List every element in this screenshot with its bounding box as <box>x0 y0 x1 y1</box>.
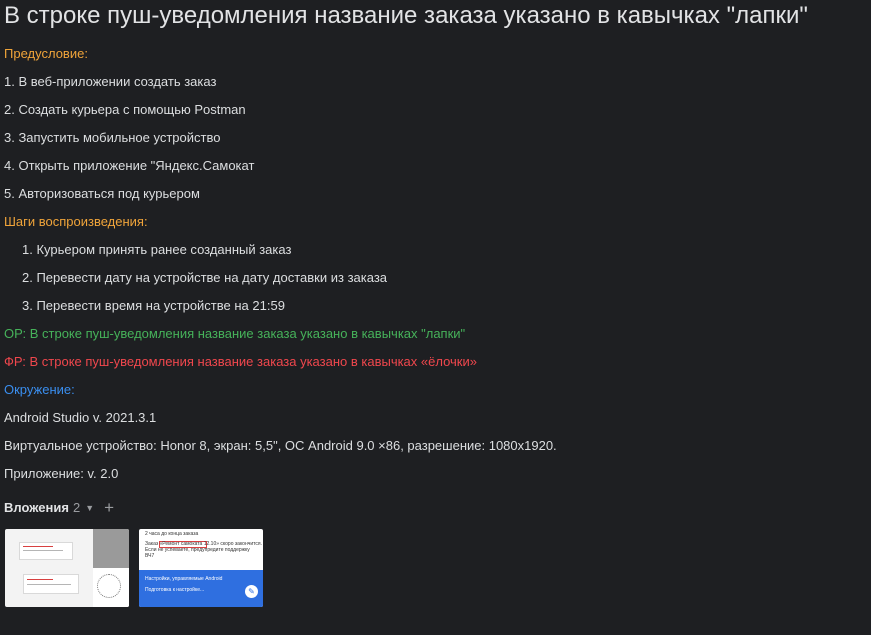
thumbnail-text: 2 часа до конца заказа <box>145 531 199 537</box>
attachments-header: Вложения 2 ▼ + <box>4 499 114 516</box>
environment-heading: Окружение: <box>4 382 75 397</box>
attachment-thumbnail-1[interactable] <box>5 529 129 607</box>
step-item: 2. Перевести дату на устройстве на дату … <box>22 270 388 285</box>
precondition-item: 4. Открыть приложение "Яндекс.Самокат <box>4 158 255 173</box>
thumbnail-circle <box>97 574 121 598</box>
attachments-title: Вложения <box>4 500 69 515</box>
thumbnail-blue-panel: Настройки, управляемые Android Подготовк… <box>139 570 263 607</box>
step-item: 3. Перевести время на устройстве на 21:5… <box>22 298 285 313</box>
environment-item: Android Studio v. 2021.3.1 <box>4 410 157 425</box>
attachment-thumbnail-2[interactable]: 2 часа до конца заказа Заказ «Ремонт сам… <box>139 529 263 607</box>
precondition-item: 5. Авторизоваться под курьером <box>4 186 200 201</box>
pencil-icon: ✎ <box>245 585 258 598</box>
thumbnail-text: Если не успеваете, предупредите поддержк… <box>145 547 250 553</box>
precondition-item: 2. Создать курьера с помощью Postman <box>4 102 246 117</box>
precondition-item: 1. В веб-приложении создать заказ <box>4 74 217 89</box>
chevron-down-icon[interactable]: ▼ <box>85 503 94 513</box>
thumbnail-panel <box>93 529 129 568</box>
thumbnail-text: ВЧ7 <box>145 553 155 559</box>
thumbnail-text: Подготовка к настройке... <box>145 587 205 593</box>
thumbnail-text: Настройки, управляемые Android <box>145 576 223 582</box>
attachments-count: 2 <box>72 500 81 515</box>
environment-item: Приложение: v. 2.0 <box>4 466 119 481</box>
step-item: 1. Курьером принять ранее созданный зака… <box>22 242 292 257</box>
precondition-heading: Предусловие: <box>4 46 88 61</box>
actual-result: ФР: В строке пуш-уведомления название за… <box>4 354 477 369</box>
precondition-item: 3. Запустить мобильное устройство <box>4 130 221 145</box>
thumbnail-line <box>27 579 53 580</box>
thumbnail-card <box>19 542 73 560</box>
thumbnail-line <box>23 550 63 551</box>
steps-heading: Шаги воспроизведения: <box>4 214 148 229</box>
plus-icon[interactable]: + <box>104 499 114 516</box>
page-title: В строке пуш-уведомления название заказа… <box>4 2 808 29</box>
thumbnail-line <box>27 584 71 585</box>
environment-item: Виртуальное устройство: Honor 8, экран: … <box>4 438 557 453</box>
thumbnail-line <box>23 546 53 547</box>
expected-result: ОР: В строке пуш-уведомления название за… <box>4 326 466 341</box>
